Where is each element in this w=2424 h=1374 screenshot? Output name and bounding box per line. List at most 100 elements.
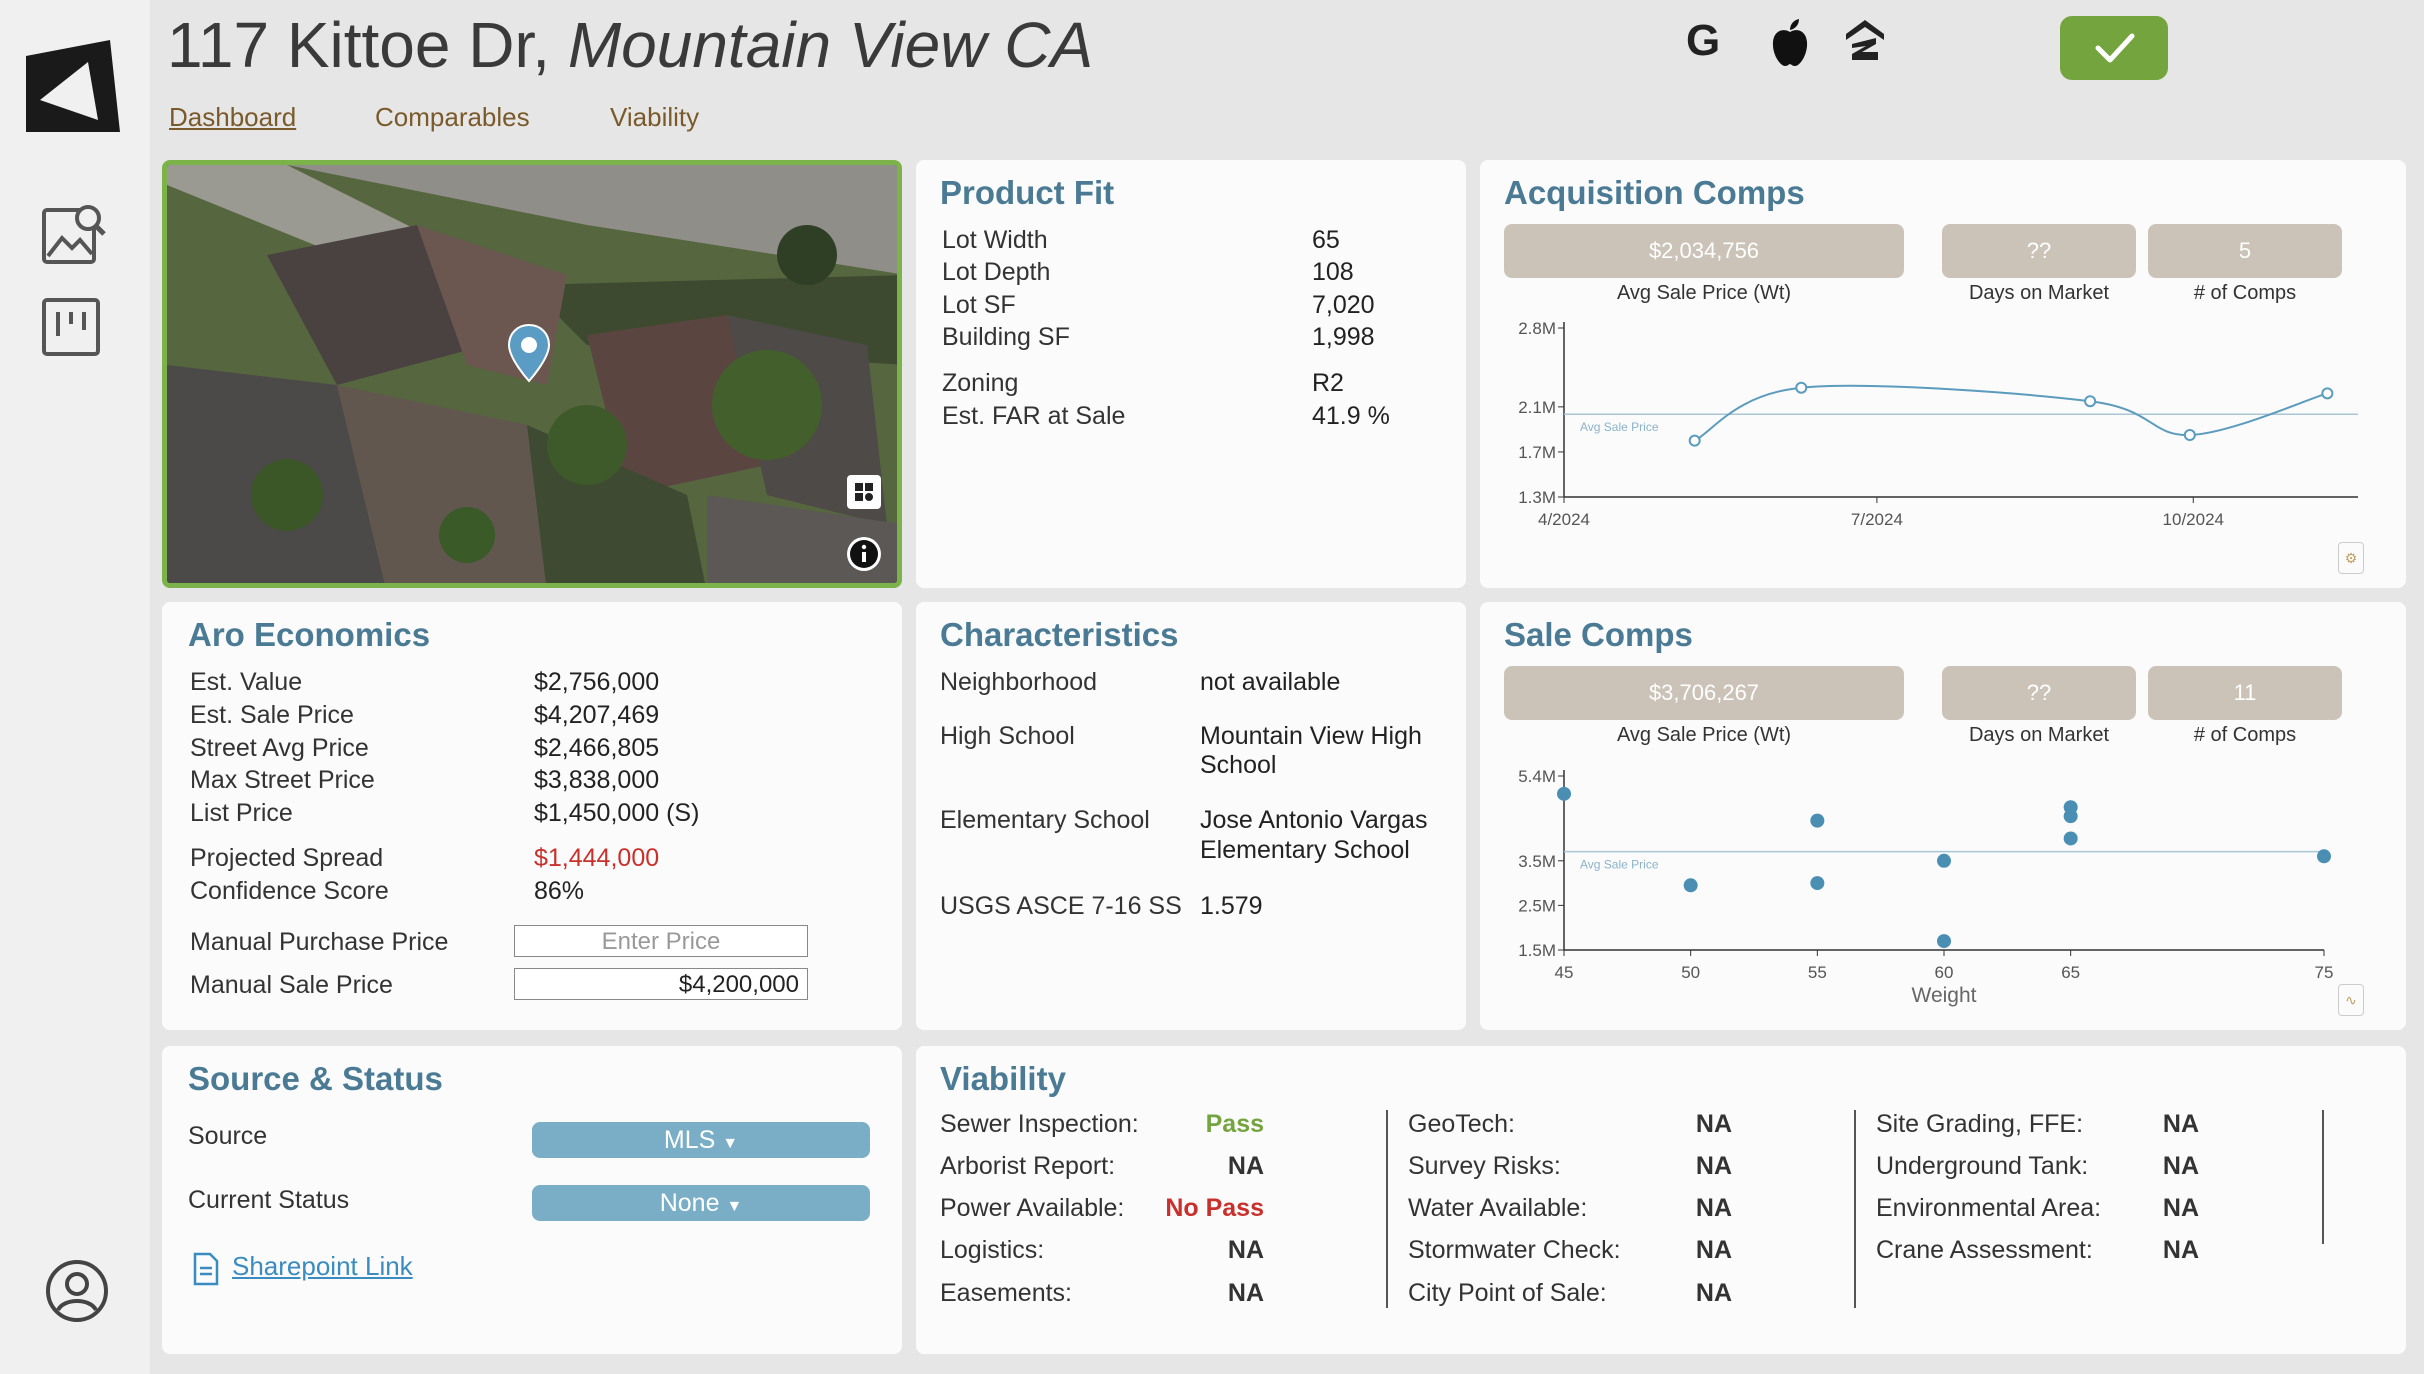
est-far-value: 41.9 % [1312,402,1390,430]
tab-viability[interactable]: Viability [610,102,699,133]
characteristics-title: Characteristics [940,616,1179,653]
power-available-status: No Pass [1165,1194,1264,1222]
source-status-card: Source & Status Source MLS ▼ Current Sta… [162,1046,902,1354]
apple-icon[interactable] [1768,18,1812,68]
acquisition-comps-card: Acquisition Comps $2,034,756 ?? 5 Avg Sa… [1480,160,2406,588]
column-divider [2322,1110,2324,1244]
x-tick-label: 4/2024 [1538,510,1590,529]
aro-economics-card: Aro Economics Est. Value $2,756,000 Est.… [162,602,902,1030]
acq-days-on-market-kpi[interactable]: ?? [1942,224,2136,278]
acq-avg-price-label: Avg Sale Price (Wt) [1616,282,1792,304]
lot-width-label: Lot Width [942,226,1048,254]
source-dropdown[interactable]: MLS ▼ [532,1122,870,1158]
image-search-icon[interactable] [40,200,108,268]
est-value: $2,756,000 [534,668,660,696]
sale-comps-card: Sale Comps $3,706,267 ?? 11 Avg Sale Pri… [1480,602,2406,1030]
caret-down-icon: ▼ [726,1198,743,1215]
elementary-school-value-line2: Elementary School [1200,836,1410,864]
tab-comparables[interactable]: Comparables [375,102,530,133]
site-grading-label: Site Grading, FFE: [1876,1110,2084,1138]
sharepoint-link[interactable]: Sharepoint Link [232,1251,413,1282]
app-logo[interactable] [22,38,124,140]
high-school-label: High School [940,722,1075,750]
location-pin-icon[interactable] [507,323,551,383]
underground-tank-label: Underground Tank: [1876,1152,2089,1180]
sale-comp-point [1937,934,1951,949]
y-tick-label: 2.5M [1518,896,1556,915]
status-dropdown[interactable]: None ▼ [532,1185,870,1221]
sale-comp-point [2063,831,2078,846]
current-status-label: Current Status [188,1186,350,1214]
zillow-icon[interactable] [1844,18,1886,64]
aerial-map[interactable] [162,160,902,588]
product-fit-card: Product Fit Lot Width 65 Lot Depth 108 L… [916,160,1466,588]
sale-avg-price-kpi[interactable]: $3,706,267 [1504,666,1904,720]
confidence-score: 86% [534,877,585,905]
aro-economics-title: Aro Economics [188,616,431,653]
acq-price-series-line [1694,384,2328,442]
sewer-inspection-label: Sewer Inspection: [940,1110,1139,1138]
avg-sale-price-line-label: Avg Sale Price [1580,858,1659,872]
acq-data-point [1795,381,1808,394]
acquisition-comps-line-chart[interactable]: 2.8M 2.1M 1.7M 1.3M 4/2024 7/2024 10/2024 Avg S… [1480,310,2406,588]
sale-comps-scatter-chart[interactable]: 5.4M 3.5M 2.5M 1.5M 45 50 55 60 65 75 Weight Avg Sa… [1480,752,2406,1030]
source-label: Source [188,1122,268,1150]
survey-risks-status: NA [1695,1152,1732,1180]
acq-avg-price-kpi[interactable]: $2,034,756 [1504,224,1904,278]
user-profile-icon[interactable] [44,1258,110,1324]
acq-data-point [2321,387,2334,400]
board-icon[interactable] [40,296,102,358]
elementary-school-label: Elementary School [940,806,1150,834]
google-icon[interactable]: G [1686,16,1720,66]
y-tick-label: 3.5M [1518,852,1556,871]
building-sf-value: 1,998 [1312,323,1375,351]
info-icon[interactable] [847,537,881,571]
lot-sf-label: Lot SF [942,291,1016,319]
sidebar [0,0,150,1374]
x-tick-label: 75 [2315,963,2334,982]
characteristics-card: Characteristics Neighborhood not availab… [916,602,1466,1030]
lot-depth-value: 108 [1312,258,1354,286]
acq-comp-count-kpi[interactable]: 5 [2148,224,2342,278]
source-status-title: Source & Status [188,1060,443,1097]
logistics-label: Logistics: [940,1236,1045,1264]
sale-comp-count-kpi[interactable]: 11 [2148,666,2342,720]
city-point-of-sale-status: NA [1695,1279,1732,1307]
approve-button[interactable] [2060,16,2168,80]
sale-days-on-market-kpi[interactable]: ?? [1942,666,2136,720]
easements-label: Easements: [940,1279,1073,1307]
status-dropdown-value: None [659,1189,720,1217]
manual-purchase-input[interactable]: Enter Price [514,925,808,957]
street-avg-price-label: Street Avg Price [190,734,369,762]
chart-trend-icon[interactable]: ∿ [2338,984,2364,1016]
est-value-label: Est. Value [190,668,303,696]
y-tick-label: 1.5M [1518,941,1556,960]
site-grading-status: NA [2162,1110,2199,1138]
street-view-icon[interactable] [847,475,881,509]
acq-days-label: Days on Market [1968,282,2110,304]
x-tick-label: 7/2024 [1851,510,1903,529]
est-far-label: Est. FAR at Sale [942,402,1126,430]
document-icon [193,1252,219,1286]
stormwater-check-label: Stormwater Check: [1408,1236,1621,1264]
arborist-report-status: NA [1227,1152,1264,1180]
est-sale-price: $4,207,469 [534,701,660,729]
source-dropdown-value: MLS [663,1126,716,1154]
sale-comp-point [2063,800,2078,815]
building-sf-label: Building SF [942,323,1070,351]
product-fit-title: Product Fit [940,174,1115,211]
acq-count-label: # of Comps [2193,282,2297,304]
tab-dashboard[interactable]: Dashboard [169,102,296,133]
high-school-value-line2: School [1200,751,1277,779]
zoning-label: Zoning [942,369,1019,397]
sale-comps-title: Sale Comps [1504,616,1693,653]
max-street-price-label: Max Street Price [190,766,375,794]
manual-sale-input[interactable]: $4,200,000 [514,968,808,1000]
acq-data-point [2183,429,2196,442]
sale-comp-point [1937,853,1951,868]
address-street: 117 Kittoe Dr, [167,9,551,81]
sale-days-label: Days on Market [1968,724,2110,746]
sewer-inspection-status: Pass [1205,1110,1264,1138]
chart-settings-icon[interactable]: ⚙ [2338,542,2364,574]
sale-avg-price-label: Avg Sale Price (Wt) [1616,724,1792,746]
